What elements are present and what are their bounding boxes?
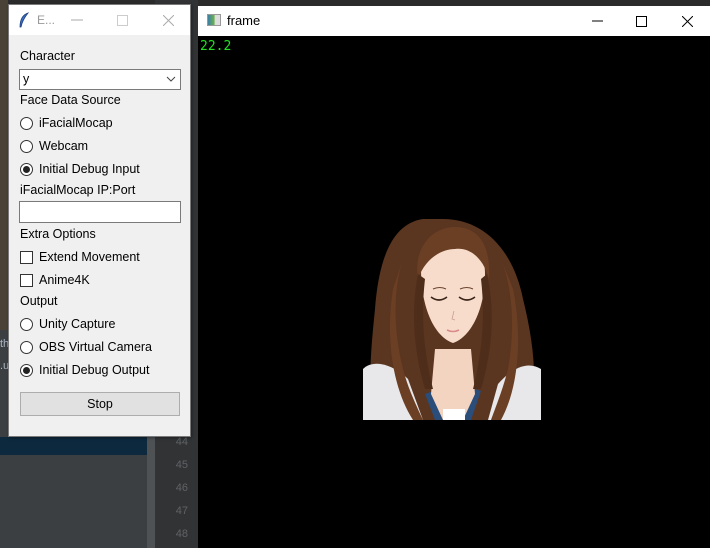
maximize-button[interactable] xyxy=(102,5,142,35)
radio-button[interactable] xyxy=(20,317,33,331)
character-select-value: y xyxy=(23,72,30,86)
chevron-down-icon xyxy=(166,76,176,82)
checkbox[interactable] xyxy=(20,273,33,287)
app-icon xyxy=(207,14,221,26)
radio-ifacialmocap[interactable]: iFacialMocap xyxy=(20,114,113,132)
control-window-title: E... xyxy=(37,13,56,27)
close-icon xyxy=(681,15,693,27)
maximize-icon xyxy=(116,14,128,26)
character-label: Character xyxy=(20,49,75,63)
radio-label: Unity Capture xyxy=(39,317,116,331)
control-window: E... Character y Face Data Source iFacia… xyxy=(8,4,191,437)
radio-label: OBS Virtual Camera xyxy=(39,340,153,354)
ip-port-label: iFacialMocap IP:Port xyxy=(20,183,136,197)
extra-options-label: Extra Options xyxy=(20,227,96,241)
line-number: 45 xyxy=(175,459,188,471)
desktop: 44 45 46 47 48 th .u E... Character y Fa… xyxy=(0,0,710,548)
radio-button[interactable] xyxy=(20,116,33,130)
ide-selected-row xyxy=(0,437,147,455)
frame-titlebar[interactable]: frame xyxy=(198,6,710,36)
character-select[interactable]: y xyxy=(19,69,181,90)
radio-obs-virtual-camera[interactable]: OBS Virtual Camera xyxy=(20,338,152,356)
line-number: 44 xyxy=(175,436,188,448)
maximize-button[interactable] xyxy=(618,6,664,36)
stop-button[interactable]: Stop xyxy=(20,392,180,416)
minimize-button[interactable] xyxy=(574,6,620,36)
radio-unity-capture[interactable]: Unity Capture xyxy=(20,315,115,333)
frame-window: frame 22.2 xyxy=(198,6,710,548)
radio-label: Initial Debug Output xyxy=(39,363,150,377)
close-button[interactable] xyxy=(664,6,710,36)
radio-button[interactable] xyxy=(20,340,33,354)
frame-window-title: frame xyxy=(227,13,261,28)
radio-label: Initial Debug Input xyxy=(39,162,140,176)
output-label: Output xyxy=(20,294,58,308)
ide-panel xyxy=(0,0,8,330)
checkbox-label: Anime4K xyxy=(39,273,90,287)
fps-readout: 22.2 xyxy=(200,39,232,54)
radio-button-selected[interactable] xyxy=(20,162,33,176)
line-number: 48 xyxy=(175,528,188,540)
ide-editor xyxy=(0,455,147,548)
checkbox[interactable] xyxy=(20,250,33,264)
radio-label: Webcam xyxy=(39,139,89,153)
radio-button-selected[interactable] xyxy=(20,363,33,377)
line-number: 47 xyxy=(175,505,188,517)
checkbox-extend-movement[interactable]: Extend Movement xyxy=(20,248,140,266)
minimize-button[interactable] xyxy=(57,5,97,35)
close-button[interactable] xyxy=(148,5,188,35)
radio-button[interactable] xyxy=(20,139,33,153)
maximize-icon xyxy=(635,15,647,27)
control-titlebar[interactable]: E... xyxy=(9,5,190,35)
radio-initial-debug-input[interactable]: Initial Debug Input xyxy=(20,160,140,178)
minimize-icon xyxy=(591,20,603,22)
close-icon xyxy=(162,14,174,26)
radio-webcam[interactable]: Webcam xyxy=(20,137,88,155)
minimize-icon xyxy=(71,19,83,21)
checkbox-anime4k[interactable]: Anime4K xyxy=(20,271,90,289)
feather-icon xyxy=(19,12,30,28)
ip-port-input[interactable] xyxy=(19,201,181,223)
face-data-source-label: Face Data Source xyxy=(20,93,121,107)
ide-scrollbar[interactable] xyxy=(147,437,155,548)
radio-label: iFacialMocap xyxy=(39,116,113,130)
radio-initial-debug-output[interactable]: Initial Debug Output xyxy=(20,361,150,379)
character-image xyxy=(363,219,541,420)
checkbox-label: Extend Movement xyxy=(39,250,140,264)
line-number: 46 xyxy=(175,482,188,494)
